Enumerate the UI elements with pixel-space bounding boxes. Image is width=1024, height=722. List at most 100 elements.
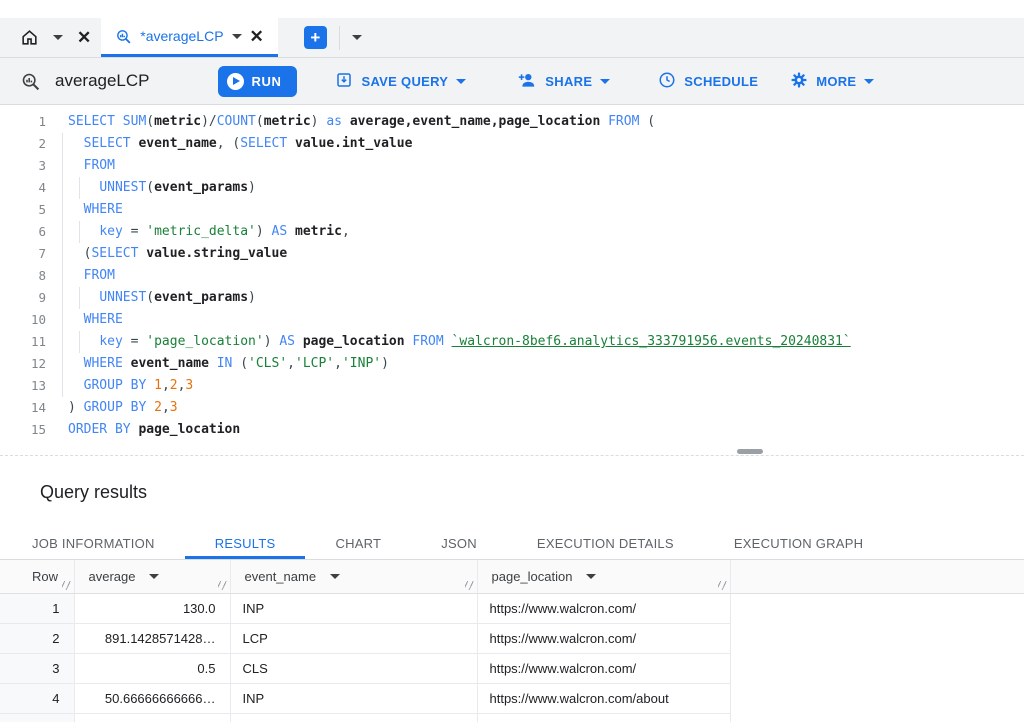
line-number: 13 [0,375,46,397]
code-token [68,268,84,283]
line-number: 1 [0,111,46,133]
code-text: UNNEST(event_params) [46,177,256,199]
column-menu-chevron-down-icon[interactable] [149,574,159,579]
cell [477,713,730,722]
tab-chevron-down-icon[interactable] [232,34,242,39]
table-reference-link[interactable]: `walcron-8bef6.analytics_333791956.event… [452,334,851,349]
column-header-page_location: page_location [477,560,730,593]
home-menu-chevron-down-icon[interactable] [53,35,63,40]
code-token: metric [264,114,311,129]
sql-code-editor[interactable]: 1SELECT SUM(metric)/COUNT(metric) as ave… [0,105,1024,447]
table-row: 2891.1428571428…LCPhttps://www.walcron.c… [0,623,1024,653]
code-text: GROUP BY 1,2,3 [46,375,193,397]
column-header-event_name: event_name [230,560,477,593]
code-token: FROM [84,268,115,283]
cell-event-name: INP [230,683,477,713]
play-icon [227,73,244,90]
column-label: event_name [245,569,317,584]
indent-guide [79,331,80,353]
code-token: FROM [600,114,647,129]
table-header-row: Rowaverageevent_namepage_location [0,560,1024,593]
save-query-button[interactable]: SAVE QUERY [335,71,466,92]
code-token: ) [248,180,256,195]
code-token [68,158,84,173]
tab-label: *averageLCP [140,28,223,44]
table-row: 1130.0INPhttps://www.walcron.com/ [0,593,1024,623]
splitter-drag-handle[interactable] [737,449,763,454]
code-token: SELECT [68,114,123,129]
code-token: SELECT [91,246,146,261]
home-icon[interactable] [20,28,39,47]
code-text: key = 'page_location') AS page_location … [46,331,851,353]
close-home-icon[interactable]: ✕ [77,29,91,46]
share-button[interactable]: SHARE [518,71,610,91]
code-token: )/ [201,114,217,129]
new-tab-button[interactable]: + [304,26,327,49]
line-number: 11 [0,331,46,353]
indent-guide [79,287,80,309]
results-tab-execution-details[interactable]: EXECUTION DETAILS [507,528,704,559]
results-tab-json[interactable]: JSON [411,528,507,559]
code-token: value.string_value [146,246,287,261]
results-tab-job-information[interactable]: JOB INFORMATION [2,528,185,559]
code-text: ORDER BY page_location [46,419,240,441]
column-resize-handle[interactable] [62,581,71,590]
code-token: ORDER BY [68,422,138,437]
tab-close-icon[interactable]: ✕ [250,28,264,45]
more-button[interactable]: MORE [790,71,874,92]
column-menu-chevron-down-icon[interactable] [586,574,596,579]
column-header-filler [730,560,1024,593]
code-token: key [99,224,122,239]
code-line: 2 SELECT event_name, (SELECT value.int_v… [0,133,1024,155]
code-token: IN [217,356,240,371]
line-number: 5 [0,199,46,221]
column-label: average [89,569,136,584]
cell [230,713,477,722]
code-token: WHERE [84,312,123,327]
results-tab-chart[interactable]: CHART [305,528,411,559]
column-resize-handle[interactable] [218,581,227,590]
code-token: 1 [154,378,162,393]
code-line: 11 key = 'page_location') AS page_locati… [0,331,1024,353]
code-token: 'LCP' [295,356,334,371]
code-text: WHERE event_name IN ('CLS','LCP','INP') [46,353,389,375]
code-token: ) [264,334,280,349]
new-tab-menu-chevron-down-icon[interactable] [352,35,362,40]
code-token: UNNEST [99,180,146,195]
code-text: (SELECT value.string_value [46,243,287,265]
bigquery-editor-window: ✕ *averageLCP ✕ + av [0,0,1024,722]
save-icon [335,71,353,92]
table-row-partial [0,713,1024,722]
tab-averagelcp[interactable]: *averageLCP ✕ [101,18,278,57]
code-token: metric [295,224,342,239]
plus-icon: + [310,29,320,46]
line-number: 14 [0,397,46,419]
code-token: FROM [84,158,115,173]
more-chevron-down-icon [864,79,874,84]
schedule-button[interactable]: SCHEDULE [658,71,758,92]
code-token: 2 [154,400,162,415]
code-token: AS [272,224,295,239]
panel-splitter [0,447,1024,456]
code-token: , [287,356,295,371]
results-tab-execution-graph[interactable]: EXECUTION GRAPH [704,528,893,559]
code-token: , [162,378,170,393]
share-chevron-down-icon [600,79,610,84]
run-button[interactable]: RUN [218,66,298,97]
code-token: 'INP' [342,356,381,371]
code-text: FROM [46,155,115,177]
query-magnifier-icon [20,71,41,92]
code-token: GROUP BY [84,400,154,415]
column-resize-handle[interactable] [465,581,474,590]
code-text: UNNEST(event_params) [46,287,256,309]
indent-guide [79,221,80,243]
cell-event-name: INP [230,593,477,623]
line-number: 7 [0,243,46,265]
column-resize-handle[interactable] [718,581,727,590]
code-token: page_location [138,422,240,437]
code-token: GROUP BY [84,378,154,393]
line-number: 10 [0,309,46,331]
cell-average: 50.66666666666… [74,683,230,713]
column-menu-chevron-down-icon[interactable] [330,574,340,579]
results-tab-results[interactable]: RESULTS [185,528,306,559]
